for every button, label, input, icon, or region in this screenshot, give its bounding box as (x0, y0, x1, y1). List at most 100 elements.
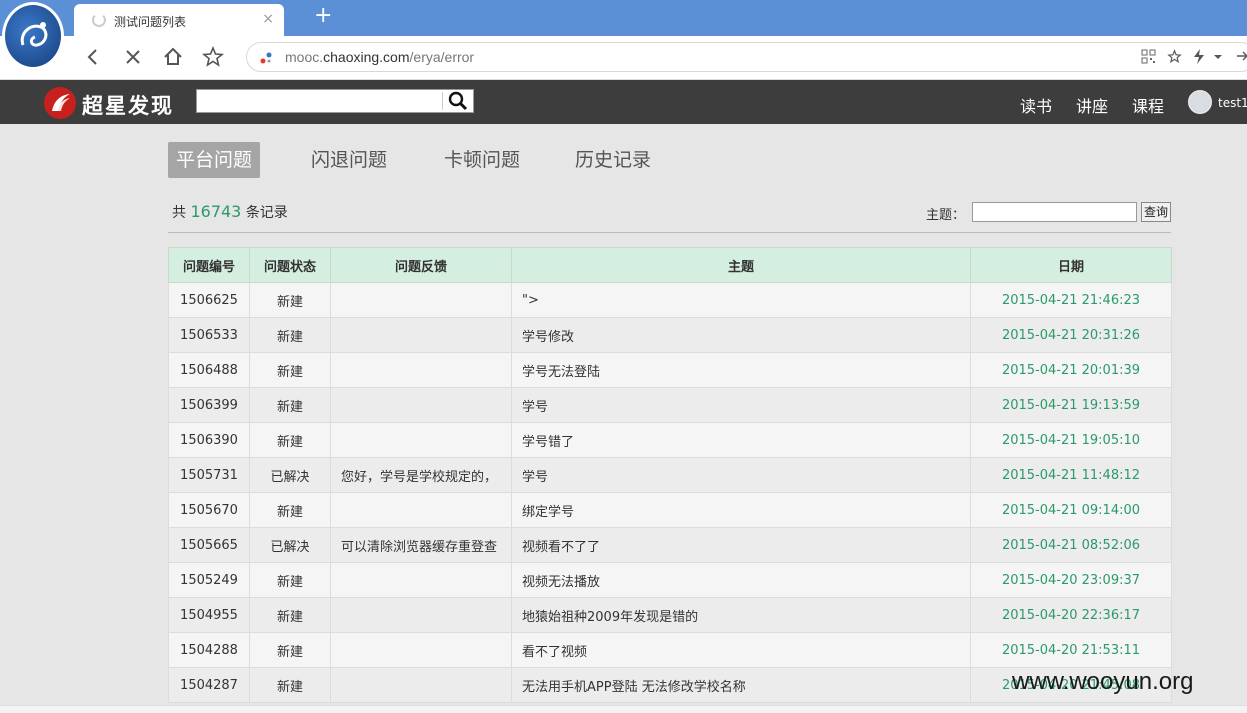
nav-courses[interactable]: 课程 (1132, 93, 1164, 117)
cell-status: 新建 (249, 632, 331, 668)
browser-tab-active[interactable]: 测试问题列表 × (74, 4, 284, 36)
cell-feedback (330, 387, 512, 423)
divider (168, 232, 1171, 233)
favorite-star-icon[interactable] (1167, 49, 1182, 68)
lightning-icon[interactable] (1193, 49, 1205, 68)
cell-date: 2015-04-21 08:52:06 (970, 527, 1172, 563)
table-row[interactable]: 1506625 新建 "> 2015-04-21 21:46:23 (168, 282, 1172, 318)
cell-topic[interactable]: "> (511, 282, 971, 318)
home-icon[interactable] (160, 44, 186, 70)
url-text: mooc.chaoxing.com/erya/error (285, 49, 475, 65)
bookmark-star-icon[interactable] (200, 44, 226, 70)
topic-filter-input[interactable] (972, 202, 1137, 222)
cell-topic[interactable]: 学号 (511, 457, 971, 493)
tab-title: 测试问题列表 (114, 15, 187, 29)
menu-icon[interactable] (1237, 49, 1247, 68)
cell-date: 2015-04-21 09:14:00 (970, 492, 1172, 528)
cell-status: 新建 (249, 282, 331, 318)
tab-close-icon[interactable]: × (262, 11, 274, 27)
header-topic[interactable]: 主题 (511, 247, 971, 283)
cell-topic[interactable]: 学号 (511, 387, 971, 423)
watermark: www.wooyun.org (1012, 668, 1194, 695)
cell-feedback (330, 632, 512, 668)
cell-feedback (330, 317, 512, 353)
cell-issue-id: 1505731 (168, 457, 250, 493)
cell-status: 新建 (249, 422, 331, 458)
header-issue-id[interactable]: 问题编号 (168, 247, 250, 283)
cell-status: 新建 (249, 387, 331, 423)
header-date[interactable]: 日期 (970, 247, 1172, 283)
cell-date: 2015-04-20 22:36:17 (970, 597, 1172, 633)
cell-issue-id: 1505249 (168, 562, 250, 598)
nav-lectures[interactable]: 讲座 (1076, 93, 1108, 117)
cell-issue-id: 1505670 (168, 492, 250, 528)
table-row[interactable]: 1504955 新建 地猿始祖种2009年发现是错的 2015-04-20 22… (168, 597, 1172, 633)
cell-topic[interactable]: 地猿始祖种2009年发现是错的 (511, 597, 971, 633)
cell-feedback (330, 597, 512, 633)
tab-platform-issues[interactable]: 平台问题 (168, 142, 261, 178)
cell-topic[interactable]: 看不了视频 (511, 632, 971, 668)
cell-feedback (330, 352, 512, 388)
cell-topic[interactable]: 学号错了 (511, 422, 971, 458)
table-row[interactable]: 1504288 新建 看不了视频 2015-04-20 21:53:11 (168, 632, 1172, 668)
search-icon[interactable] (447, 91, 469, 111)
cell-topic[interactable]: 无法用手机APP登陆 无法修改学校名称 (511, 667, 971, 703)
record-summary: 共 16743 条记录 (172, 202, 288, 222)
cell-feedback (330, 667, 512, 703)
cell-topic[interactable]: 绑定学号 (511, 492, 971, 528)
new-tab-button[interactable]: + (314, 4, 332, 28)
issues-table: 问题编号 问题状态 问题反馈 主题 日期 1506625 新建 "> 2015-… (168, 247, 1172, 703)
cell-issue-id: 1504288 (168, 632, 250, 668)
table-row[interactable]: 1506399 新建 学号 2015-04-21 19:13:59 (168, 387, 1172, 423)
username[interactable]: test1 (1218, 96, 1247, 110)
brand-name[interactable]: 超星发现 (82, 90, 174, 120)
header-issue-status[interactable]: 问题状态 (249, 247, 331, 283)
cell-status: 新建 (249, 317, 331, 353)
cell-date: 2015-04-20 21:53:11 (970, 632, 1172, 668)
stop-icon[interactable] (120, 44, 146, 70)
query-button[interactable]: 查询 (1141, 202, 1171, 222)
cell-feedback (330, 492, 512, 528)
cell-issue-id: 1504287 (168, 667, 250, 703)
cell-topic[interactable]: 学号修改 (511, 317, 971, 353)
summary-suffix: 条记录 (245, 205, 288, 221)
table-row[interactable]: 1505731 已解决 您好，学号是学校规定的， 学号 2015-04-21 1… (168, 457, 1172, 493)
tab-lag-issues[interactable]: 卡顿问题 (444, 142, 520, 178)
cell-status: 新建 (249, 492, 331, 528)
nav-reading[interactable]: 读书 (1020, 93, 1052, 117)
site-header: 超星发现 读书 讲座 课程 test1 (0, 80, 1247, 124)
table-row[interactable]: 1505670 新建 绑定学号 2015-04-21 09:14:00 (168, 492, 1172, 528)
cell-date: 2015-04-21 20:01:39 (970, 352, 1172, 388)
table-row[interactable]: 1506390 新建 学号错了 2015-04-21 19:05:10 (168, 422, 1172, 458)
search-divider (442, 92, 443, 110)
table-row[interactable]: 1506533 新建 学号修改 2015-04-21 20:31:26 (168, 317, 1172, 353)
qr-code-icon[interactable] (1141, 49, 1156, 68)
cell-date: 2015-04-21 11:48:12 (970, 457, 1172, 493)
cell-topic[interactable]: 视频看不了了 (511, 527, 971, 563)
back-icon[interactable] (80, 44, 106, 70)
cell-issue-id: 1505665 (168, 527, 250, 563)
cell-date: 2015-04-21 21:46:23 (970, 282, 1172, 318)
cell-feedback (330, 562, 512, 598)
site-favicon-icon (260, 52, 272, 64)
address-bar[interactable]: mooc.chaoxing.com/erya/error (246, 42, 1247, 72)
header-issue-feedback[interactable]: 问题反馈 (330, 247, 512, 283)
table-row[interactable]: 1505249 新建 视频无法播放 2015-04-20 23:09:37 (168, 562, 1172, 598)
cell-status: 已解决 (249, 527, 331, 563)
dropdown-caret-icon[interactable] (1213, 49, 1223, 68)
table-row[interactable]: 1506488 新建 学号无法登陆 2015-04-21 20:01:39 (168, 352, 1172, 388)
browser-tab-bar: 测试问题列表 × + (0, 0, 1247, 36)
cell-feedback: 您好，学号是学校规定的， (330, 457, 512, 493)
tab-history[interactable]: 历史记录 (575, 142, 651, 178)
site-search-input[interactable] (196, 89, 474, 113)
chaoxing-logo-icon[interactable] (44, 87, 76, 119)
cell-topic[interactable]: 学号无法登陆 (511, 352, 971, 388)
table-row[interactable]: 1505665 已解决 可以清除浏览器缓存重登查 视频看不了了 2015-04-… (168, 527, 1172, 563)
tab-crash-issues[interactable]: 闪退问题 (311, 142, 387, 178)
avatar[interactable] (1188, 90, 1212, 114)
cell-issue-id: 1506390 (168, 422, 250, 458)
browser-logo-icon[interactable] (2, 2, 64, 70)
topic-filter-label: 主题： (926, 208, 966, 223)
cell-topic[interactable]: 视频无法播放 (511, 562, 971, 598)
cell-feedback (330, 282, 512, 318)
